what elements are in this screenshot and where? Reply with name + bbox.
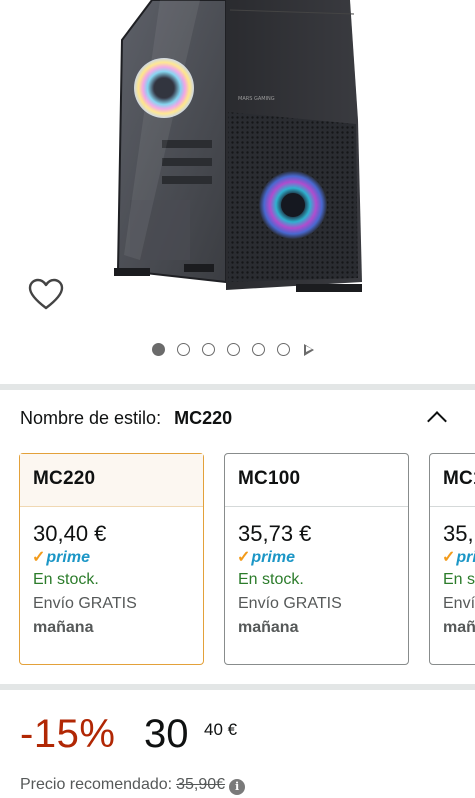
- stock-status: En stock.: [33, 571, 99, 588]
- product-image-gallery[interactable]: MARS GAMING: [0, 0, 475, 385]
- price-whole: 30: [144, 712, 189, 756]
- prime-badge: ✓pri: [442, 549, 475, 566]
- stock-status: En stock.: [238, 571, 304, 588]
- style-label: Nombre de estilo:: [20, 408, 162, 428]
- heart-outline-icon[interactable]: [28, 278, 64, 312]
- style-selected-value: MC220: [174, 408, 233, 428]
- style-option-name: MC220: [20, 454, 203, 507]
- gallery-dot[interactable]: [227, 343, 240, 356]
- product-image[interactable]: MARS GAMING: [100, 0, 370, 300]
- stock-status: En st: [443, 571, 475, 588]
- gallery-pagination: [152, 343, 314, 356]
- delivery-date: mañana: [33, 619, 94, 636]
- shipping-info: Envío GRATIS: [33, 595, 137, 612]
- chevron-up-icon[interactable]: [427, 411, 447, 431]
- recommended-price-value: 35,90€: [176, 776, 226, 793]
- price-block: -15% 30 40 €: [20, 712, 460, 772]
- shipping-info: Envío GRATIS: [238, 595, 342, 612]
- prime-check-icon: ✓: [32, 549, 46, 566]
- style-option-price: 35,73 €: [238, 521, 312, 546]
- section-divider: [0, 384, 475, 390]
- info-icon[interactable]: i: [229, 779, 246, 795]
- prime-badge: ✓prime: [32, 549, 90, 566]
- style-options-carousel[interactable]: MC220 30,40 € ✓prime En stock. Envío GRA…: [19, 453, 475, 667]
- recommended-price-label: Precio recomendado:: [20, 776, 173, 793]
- gallery-dot[interactable]: [252, 343, 265, 356]
- style-option-name: MC1: [430, 454, 475, 507]
- gallery-dot[interactable]: [277, 343, 290, 356]
- prime-check-icon: ✓: [237, 549, 251, 566]
- style-option-name: MC100: [225, 454, 408, 507]
- play-icon[interactable]: [304, 343, 314, 356]
- style-option-card[interactable]: MC100 35,73 € ✓prime En stock. Envío GRA…: [224, 453, 409, 665]
- delivery-date: maña: [443, 619, 475, 636]
- prime-badge: ✓prime: [237, 549, 295, 566]
- prime-check-icon: ✓: [442, 549, 456, 566]
- gallery-dot[interactable]: [152, 343, 165, 356]
- gallery-dot[interactable]: [202, 343, 215, 356]
- style-option-price: 35,: [443, 521, 474, 546]
- delivery-date: mañana: [238, 619, 299, 636]
- style-option-card[interactable]: MC220 30,40 € ✓prime En stock. Envío GRA…: [19, 453, 204, 665]
- style-option-price: 30,40 €: [33, 521, 107, 546]
- price-fraction: 40 €: [204, 720, 238, 739]
- shipping-info: Enví: [443, 595, 475, 612]
- discount-percent: -15%: [20, 712, 116, 756]
- style-selector-header[interactable]: Nombre de estilo: MC220: [20, 408, 460, 434]
- section-divider: [0, 684, 475, 690]
- style-option-card[interactable]: MC1 35, ✓pri En st Enví maña: [429, 453, 475, 665]
- gallery-dot[interactable]: [177, 343, 190, 356]
- svg-text:MARS GAMING: MARS GAMING: [238, 96, 275, 102]
- recommended-price: Precio recomendado: 35,90€ i: [20, 776, 246, 795]
